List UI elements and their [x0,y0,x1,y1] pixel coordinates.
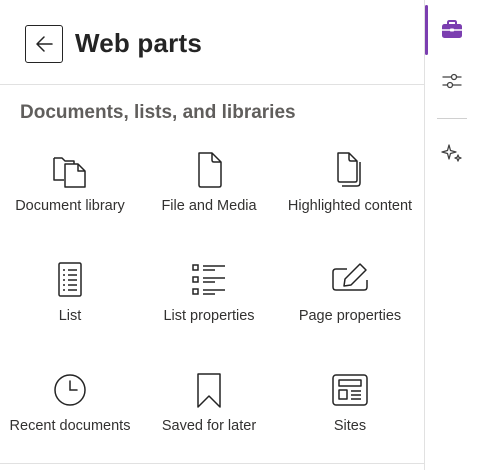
toolbox-button[interactable] [429,7,475,53]
tile-list[interactable]: List [0,260,140,327]
active-indicator [425,5,428,55]
tile-label: Document library [15,198,125,214]
highlighted-content-icon [337,152,361,187]
document-library-icon [53,157,86,188]
list-icon [58,262,82,297]
tile-label: Page properties [298,308,402,324]
web-parts-panel: Web parts Documents, lists, and librarie… [0,0,424,470]
tile-sites[interactable]: Sites [280,370,420,437]
tile-saved-for-later[interactable]: Saved for later [139,370,279,437]
list-properties-icon [192,264,225,295]
toolbox-icon [442,20,462,38]
sliders-icon [442,73,462,89]
tile-label: List properties [163,308,255,324]
tile-file-and-media[interactable]: File and Media [139,150,279,217]
bottom-divider [0,463,424,464]
tile-label: Highlighted content [287,198,413,214]
back-button[interactable] [25,25,63,63]
tile-label: Saved for later [161,418,257,434]
recent-documents-icon [54,374,86,406]
tile-list-properties[interactable]: List properties [139,260,279,327]
panel-header: Web parts [0,0,424,85]
tile-highlighted-content[interactable]: Highlighted content [280,150,420,217]
tile-label: Recent documents [9,418,131,434]
rail-divider [437,118,467,119]
back-arrow-icon [36,36,53,52]
right-tool-rail [424,0,478,470]
tile-label: List [58,308,82,324]
ai-assist-button[interactable] [429,130,475,176]
tile-label: Sites [333,418,367,434]
tile-document-library[interactable]: Document library [0,150,140,217]
sites-icon [332,374,368,406]
page-properties-icon [332,263,368,291]
file-icon [198,152,222,188]
tile-recent-documents[interactable]: Recent documents [0,370,140,437]
tile-page-properties[interactable]: Page properties [280,260,420,327]
bookmark-icon [197,373,221,408]
page-title: Web parts [75,28,203,58]
tile-label: File and Media [161,198,257,214]
sparkle-icon [441,144,462,162]
settings-sliders-button[interactable] [429,58,475,104]
section-title: Documents, lists, and libraries [20,102,296,123]
